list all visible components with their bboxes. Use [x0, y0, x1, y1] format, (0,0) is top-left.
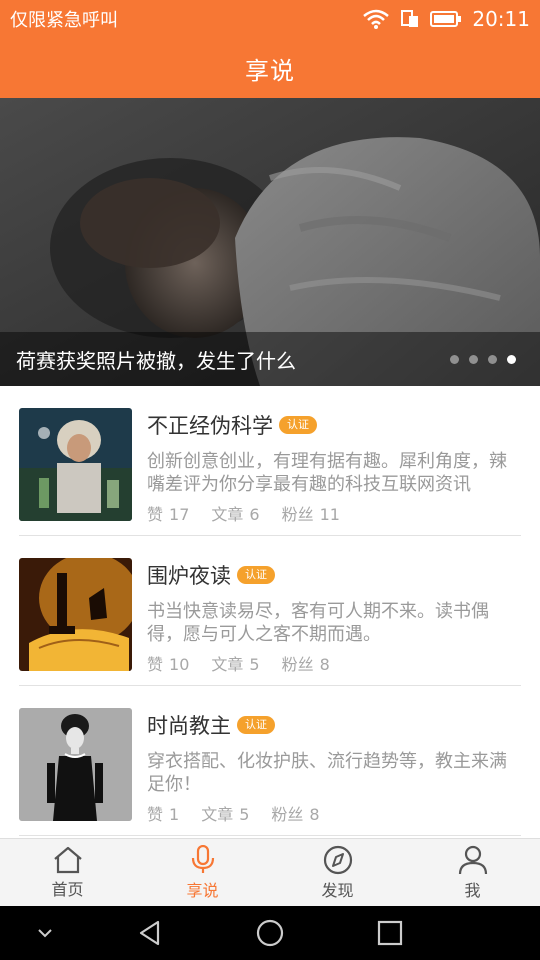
item-thumbnail — [19, 708, 132, 821]
back-icon[interactable] — [90, 919, 210, 947]
battery-icon — [430, 10, 462, 28]
tab-label: 我 — [464, 880, 481, 900]
item-stats: 赞 10 文章 5 粉丝 8 — [147, 651, 330, 675]
tab-xiangshuo[interactable]: 享说 — [135, 839, 270, 906]
compass-icon — [322, 845, 354, 875]
verified-badge: 认证 — [237, 566, 275, 584]
item-thumbnail — [19, 558, 132, 671]
articles-stat: 文章 6 — [211, 505, 260, 524]
fans-stat: 粉丝 8 — [271, 805, 320, 824]
app-header: 享说 — [0, 38, 540, 98]
author-list: 不正经伪科学 认证 创新创意创业，有理有据有趣。犀利角度，辣嘴差评为你分享最有趣… — [0, 386, 540, 838]
item-thumbnail — [19, 408, 132, 521]
item-title-row: 不正经伪科学 认证 — [147, 410, 317, 440]
likes-stat: 赞1 — [147, 805, 180, 824]
item-title: 围炉夜读 — [147, 564, 231, 588]
item-description: 创新创意创业，有理有据有趣。犀利角度，辣嘴差评为你分享最有趣的科技互联网资讯 — [147, 451, 507, 495]
list-item[interactable]: 围炉夜读 认证 书当快意读易尽，客有可人期不来。读书偶得，愿与可人之客不期而遇。… — [0, 536, 540, 686]
status-bar: 仅限紧急呼叫 20:11 — [0, 0, 540, 38]
bottom-tab-bar: 首页 享说 发现 我 — [0, 838, 540, 906]
carousel-indicator — [450, 354, 516, 364]
carousel-dot-active — [507, 354, 516, 364]
verified-badge: 认证 — [237, 716, 275, 734]
item-description: 穿衣搭配、化妆护肤、流行趋势等，教主来满足你！ — [147, 751, 507, 795]
home-icon — [52, 846, 84, 874]
item-description: 书当快意读易尽，客有可人期不来。读书偶得，愿与可人之客不期而遇。 — [147, 601, 489, 645]
banner-carousel[interactable]: 荷赛获奖照片被撤，发生了什么 — [0, 98, 540, 386]
banner-caption: 荷赛获奖照片被撤，发生了什么 — [16, 348, 296, 373]
item-title: 不正经伪科学 — [147, 414, 273, 438]
item-title-row: 围炉夜读 认证 — [147, 560, 275, 590]
tab-discover[interactable]: 发现 — [270, 839, 405, 906]
page-title: 享说 — [245, 56, 295, 85]
likes-stat: 赞 17 — [147, 505, 190, 524]
fans-stat: 粉丝 8 — [281, 655, 330, 674]
tab-home[interactable]: 首页 — [0, 839, 135, 906]
system-nav-bar — [0, 906, 540, 960]
banner-caption-bar: 荷赛获奖照片被撤，发生了什么 — [0, 332, 540, 386]
carousel-dot — [469, 354, 478, 364]
list-item[interactable]: 时尚教主 认证 穿衣搭配、化妆护肤、流行趋势等，教主来满足你！ 赞1 文章 5 粉… — [0, 686, 540, 836]
clock-text: 20:11 — [472, 7, 530, 31]
microphone-icon — [187, 844, 219, 875]
tab-me[interactable]: 我 — [405, 839, 540, 906]
tab-label: 首页 — [51, 879, 84, 899]
item-title-row: 时尚教主 认证 — [147, 710, 275, 740]
carousel-dot — [450, 354, 459, 364]
chevron-down-icon[interactable] — [0, 926, 90, 940]
tab-label: 享说 — [186, 880, 219, 900]
recents-icon[interactable] — [330, 920, 450, 946]
item-stats: 赞 17 文章 6 粉丝 11 — [147, 501, 340, 525]
fans-stat: 粉丝 11 — [281, 505, 340, 524]
likes-stat: 赞 10 — [147, 655, 190, 674]
articles-stat: 文章 5 — [211, 655, 260, 674]
divider — [19, 835, 521, 836]
item-stats: 赞1 文章 5 粉丝 8 — [147, 801, 320, 825]
home-button-icon[interactable] — [210, 918, 330, 948]
tab-label: 发现 — [321, 880, 354, 900]
verified-badge: 认证 — [279, 416, 317, 434]
item-title: 时尚教主 — [147, 714, 231, 738]
sim-icon — [400, 9, 420, 29]
person-icon — [457, 845, 489, 875]
carrier-text: 仅限紧急呼叫 — [10, 10, 118, 31]
carousel-dot — [488, 354, 497, 364]
wifi-icon — [362, 9, 390, 29]
status-icons: 20:11 — [362, 7, 530, 31]
list-item[interactable]: 不正经伪科学 认证 创新创意创业，有理有据有趣。犀利角度，辣嘴差评为你分享最有趣… — [0, 386, 540, 536]
articles-stat: 文章 5 — [201, 805, 250, 824]
